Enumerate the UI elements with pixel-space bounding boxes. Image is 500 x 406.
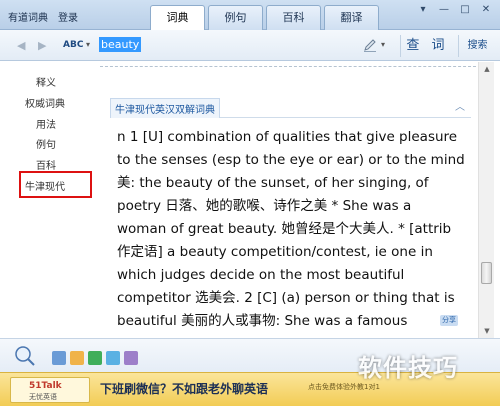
maximize-icon[interactable]: □: [457, 3, 473, 17]
ad-subtext: 点击免费体验外教1对1: [308, 383, 380, 391]
tab-dictionary[interactable]: 词典: [150, 5, 205, 31]
vertical-scrollbar[interactable]: ▲ ▼: [478, 62, 494, 338]
pen-dropdown-icon[interactable]: ▾: [381, 40, 385, 49]
search-input[interactable]: [98, 36, 398, 55]
sidebar-item-definition[interactable]: 释义: [36, 74, 56, 89]
ad-logo: 51Talk 无忧英语: [10, 377, 90, 403]
query-button[interactable]: 查 词: [400, 35, 454, 57]
web-search-button[interactable]: 搜索: [458, 35, 496, 57]
tab-examples[interactable]: 例句: [208, 5, 263, 30]
login-link[interactable]: 登录: [58, 9, 78, 24]
section-header: 牛津现代英汉双解词典 ︿: [110, 96, 471, 118]
sidebar-item-usage[interactable]: 用法: [36, 116, 56, 131]
sync-icon[interactable]: [124, 351, 138, 365]
pocket-icon[interactable]: [106, 351, 120, 365]
definition-line: 美: the beauty of the sunset, of her sing…: [117, 175, 429, 191]
minimize-icon[interactable]: —: [436, 3, 452, 17]
definition-line: which judges decide on the most beautifu…: [117, 267, 405, 283]
watermark: 软件技巧: [358, 354, 458, 382]
forward-arrow-icon[interactable]: ▶: [38, 39, 46, 52]
definition-text: n 1 [U] combination of qualities that gi…: [117, 126, 473, 338]
definition-line: n 1 [U] combination of qualities that gi…: [117, 129, 458, 145]
input-mode-dropdown-icon[interactable]: ▾: [86, 40, 90, 49]
definition-line: woman of great beauty. 她曾经是个大美人. * [attr…: [117, 221, 452, 237]
definition-line: competitor 选美会. 2 [C] (a) person or thin…: [117, 290, 455, 306]
app-title: 有道词典: [8, 13, 48, 24]
ad-logo-brand: 51Talk: [29, 381, 62, 391]
tab-encyclopedia[interactable]: 百科: [266, 5, 321, 30]
evernote-icon[interactable]: [88, 351, 102, 365]
sidebar-item-encyclopedia[interactable]: 百科: [36, 157, 56, 172]
pen-icon[interactable]: [362, 37, 378, 53]
scroll-down-icon[interactable]: ▼: [479, 324, 495, 338]
sidebar-item-examples[interactable]: 例句: [36, 136, 56, 151]
wordbook-icon[interactable]: [70, 351, 84, 365]
selection-highlight-box: [19, 171, 92, 198]
scroll-up-icon[interactable]: ▲: [479, 62, 495, 76]
ad-headline[interactable]: 下班刷微信？不如跟老外聊英语: [100, 380, 268, 397]
definition-line: beautiful 美丽的人或事物: She was a famous: [117, 313, 408, 329]
collapse-chevron-icon[interactable]: ︿: [455, 98, 465, 113]
definition-line: to the senses (esp to the eye or ear) or…: [117, 152, 465, 168]
scrollbar-thumb[interactable]: [481, 262, 492, 284]
search-selected-text: beauty: [99, 37, 142, 52]
share-button[interactable]: 分享: [440, 315, 458, 326]
definition-line: 作定语] a beauty competition/contest, ie on…: [117, 244, 433, 260]
menu-chevron-icon[interactable]: ▾: [415, 3, 431, 17]
input-mode-label[interactable]: ABC: [63, 40, 83, 50]
tab-translate[interactable]: 翻译: [324, 5, 379, 30]
search-bar: ◀ ▶ ABC ▾ beauty ▾ 查 词 搜索: [0, 30, 500, 61]
divider: [100, 66, 476, 67]
mini-mode-icon[interactable]: [14, 345, 36, 367]
sidebar-item-authoritative-dict[interactable]: 权威词典: [25, 95, 65, 110]
main-tabs: 词典 例句 百科 翻译: [150, 5, 382, 31]
ad-logo-sub: 无忧英语: [29, 393, 57, 401]
screen-capture-icon[interactable]: [52, 351, 66, 365]
close-icon[interactable]: ✕: [478, 3, 494, 17]
definition-line: poetry 日落、她的歌喉、诗作之美 * She was a: [117, 198, 412, 214]
section-title[interactable]: 牛津现代英汉双解词典: [110, 98, 220, 118]
title-bar: 有道词典 登录 词典 例句 百科 翻译 ▾ — □ ✕: [0, 0, 500, 31]
back-arrow-icon[interactable]: ◀: [17, 39, 25, 52]
window-controls: ▾ — □ ✕: [415, 3, 494, 17]
